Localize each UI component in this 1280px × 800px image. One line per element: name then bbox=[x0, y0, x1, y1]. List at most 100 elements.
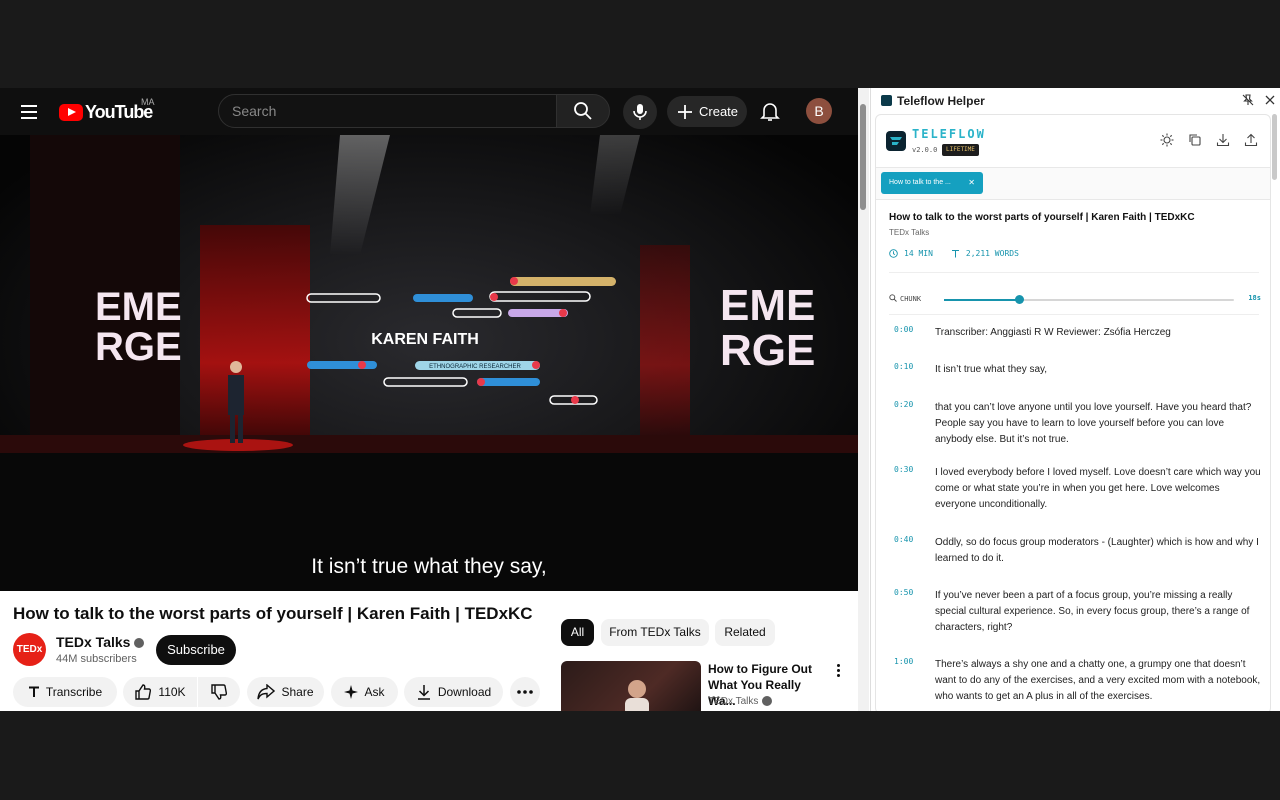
search-icon bbox=[574, 102, 592, 120]
teleflow-favicon bbox=[881, 95, 892, 106]
event-logo-left-top: EME bbox=[95, 285, 182, 329]
download-icon bbox=[417, 685, 430, 700]
divider bbox=[889, 314, 1259, 315]
transcript-timestamp[interactable]: 0:40 bbox=[894, 535, 913, 544]
page-scrollbar-thumb[interactable] bbox=[860, 104, 866, 210]
video-title: How to talk to the worst parts of yourse… bbox=[13, 604, 533, 623]
transcript-timestamp[interactable]: 0:00 bbox=[894, 325, 913, 334]
teleflow-logo-icon bbox=[886, 131, 906, 151]
sparkle-icon bbox=[344, 685, 359, 699]
text-t-icon bbox=[28, 686, 39, 697]
video-frame: EME RGE EME RGE KAREN FAITH ETHNOGRAPHIC… bbox=[0, 135, 858, 591]
theme-sun-icon[interactable] bbox=[1160, 133, 1174, 147]
teleflow-header: TELEFLOW v2.0.0 LIFETIME bbox=[876, 115, 1270, 168]
share-button[interactable]: Share bbox=[247, 677, 324, 707]
teleflow-scrollbar-thumb[interactable] bbox=[1272, 114, 1277, 180]
recommendation-thumbnail[interactable] bbox=[561, 661, 701, 711]
screen: YouTube MA Search Create B EME RGE EME R… bbox=[0, 88, 1280, 711]
search-input[interactable]: Search bbox=[218, 94, 557, 128]
chunk-slider-handle[interactable] bbox=[1015, 295, 1025, 304]
plus-icon bbox=[678, 104, 692, 119]
transcript-text: I loved everybody before I loved myself.… bbox=[935, 467, 1261, 510]
voice-search-button[interactable] bbox=[623, 95, 657, 129]
recommendation-more-icon[interactable] bbox=[832, 663, 844, 679]
video-caption: It isn’t true what they say, bbox=[311, 555, 547, 578]
video-player[interactable]: EME RGE EME RGE KAREN FAITH ETHNOGRAPHIC… bbox=[0, 135, 858, 591]
divider bbox=[889, 272, 1259, 273]
transcript-text: Transcriber: Anggiasti R W Reviewer: Zsó… bbox=[935, 327, 1171, 338]
ask-button[interactable]: Ask bbox=[331, 677, 398, 707]
chip-related[interactable]: Related bbox=[715, 619, 775, 646]
speaker-role: ETHNOGRAPHIC RESEARCHER bbox=[429, 364, 521, 370]
share-label: Share bbox=[281, 685, 314, 699]
download-icon[interactable] bbox=[1216, 133, 1230, 147]
duration: 14 MIN bbox=[904, 249, 933, 258]
video-tab-label: How to talk to the ... bbox=[889, 179, 951, 186]
transcript-text: Oddly, so do focus group moderators - (L… bbox=[935, 537, 1259, 564]
transcript-timestamp[interactable]: 0:50 bbox=[894, 588, 913, 597]
notifications-bell-icon[interactable] bbox=[758, 99, 782, 123]
transcript-text: There’s always a shy one and a chatty on… bbox=[935, 659, 1261, 702]
upload-icon[interactable] bbox=[1244, 133, 1258, 147]
subscriber-count: 44M subscribers bbox=[56, 653, 137, 665]
event-logo-right-bottom: RGE bbox=[720, 326, 815, 375]
word-count: 2,211 WORDS bbox=[965, 249, 1019, 258]
transcribe-button[interactable]: Transcribe bbox=[13, 677, 117, 707]
event-logo-right-top: EME bbox=[720, 281, 815, 330]
chunk-value: 18s bbox=[1248, 294, 1261, 302]
chunk-label-text: CHUNK bbox=[900, 295, 922, 303]
microphone-icon bbox=[633, 104, 647, 120]
channel-name[interactable]: TEDx Talks bbox=[56, 634, 145, 650]
transcript-timestamp[interactable]: 1:00 bbox=[894, 657, 913, 666]
transcript-timestamp[interactable]: 0:30 bbox=[894, 465, 913, 474]
subscribe-button[interactable]: Subscribe bbox=[156, 635, 236, 665]
video-details: How to talk to the worst parts of yourse… bbox=[0, 591, 858, 711]
dislike-button[interactable] bbox=[198, 677, 240, 707]
text-icon bbox=[951, 250, 959, 258]
speaker-name: KAREN FAITH bbox=[371, 331, 479, 348]
chip-from-channel[interactable]: From TEDx Talks bbox=[601, 619, 709, 646]
thumbs-up-icon bbox=[135, 684, 152, 700]
copy-icon[interactable] bbox=[1188, 133, 1202, 147]
transcript-timestamp[interactable]: 0:20 bbox=[894, 400, 913, 409]
youtube-logo[interactable]: YouTube MA bbox=[59, 97, 155, 122]
share-icon bbox=[257, 684, 276, 700]
channel-avatar[interactable]: TEDx bbox=[13, 633, 46, 666]
create-label: Create bbox=[699, 104, 739, 119]
transcript-text: If you’ve never been a part of a focus g… bbox=[935, 590, 1250, 633]
thumbs-down-icon bbox=[211, 684, 228, 700]
video-stats: 14 MIN 2,211 WORDS bbox=[889, 249, 1019, 258]
teleflow-brand: TELEFLOW bbox=[912, 127, 986, 141]
event-logo-left-bottom: RGE bbox=[95, 325, 182, 369]
transcript-text: that you can’t love anyone until you lov… bbox=[935, 402, 1252, 445]
close-tab-icon[interactable]: ✕ bbox=[968, 172, 975, 194]
menu-icon[interactable] bbox=[19, 101, 41, 123]
verified-icon bbox=[762, 696, 773, 707]
transcript-timestamp[interactable]: 0:10 bbox=[894, 362, 913, 371]
recommendation-channel-text: TEDx Talks bbox=[708, 696, 759, 707]
unpin-icon[interactable] bbox=[1241, 93, 1255, 107]
search-button[interactable] bbox=[556, 94, 610, 128]
account-avatar[interactable]: B bbox=[806, 98, 832, 124]
more-actions-button[interactable] bbox=[510, 677, 540, 707]
teleflow-window-title: Teleflow Helper bbox=[897, 94, 985, 108]
video-tab[interactable]: How to talk to the ... ✕ bbox=[881, 172, 983, 194]
teleflow-panel: Teleflow Helper TELEFLOW v2.0.0 LIFETIME bbox=[870, 88, 1280, 711]
download-button[interactable]: Download bbox=[404, 677, 503, 707]
teleflow-titlebar: Teleflow Helper bbox=[871, 88, 1280, 113]
chip-all[interactable]: All bbox=[561, 619, 594, 646]
teleflow-card: TELEFLOW v2.0.0 LIFETIME How to talk to … bbox=[875, 114, 1271, 711]
chunk-label: CHUNK bbox=[889, 294, 921, 303]
close-icon[interactable] bbox=[1263, 93, 1277, 107]
create-button[interactable]: Create bbox=[667, 96, 747, 127]
download-label: Download bbox=[437, 685, 492, 699]
chunk-slider-fill bbox=[944, 299, 1020, 301]
ask-label: Ask bbox=[364, 685, 385, 699]
like-count: 110K bbox=[158, 685, 186, 699]
youtube-play-icon bbox=[59, 103, 83, 121]
like-button[interactable]: 110K bbox=[123, 677, 197, 707]
chunk-control: CHUNK 18s bbox=[889, 292, 1261, 306]
transcribe-label: Transcribe bbox=[45, 685, 103, 699]
teleflow-tabs: How to talk to the ... ✕ bbox=[876, 168, 1270, 200]
teleflow-video-title: How to talk to the worst parts of yourse… bbox=[889, 212, 1195, 223]
